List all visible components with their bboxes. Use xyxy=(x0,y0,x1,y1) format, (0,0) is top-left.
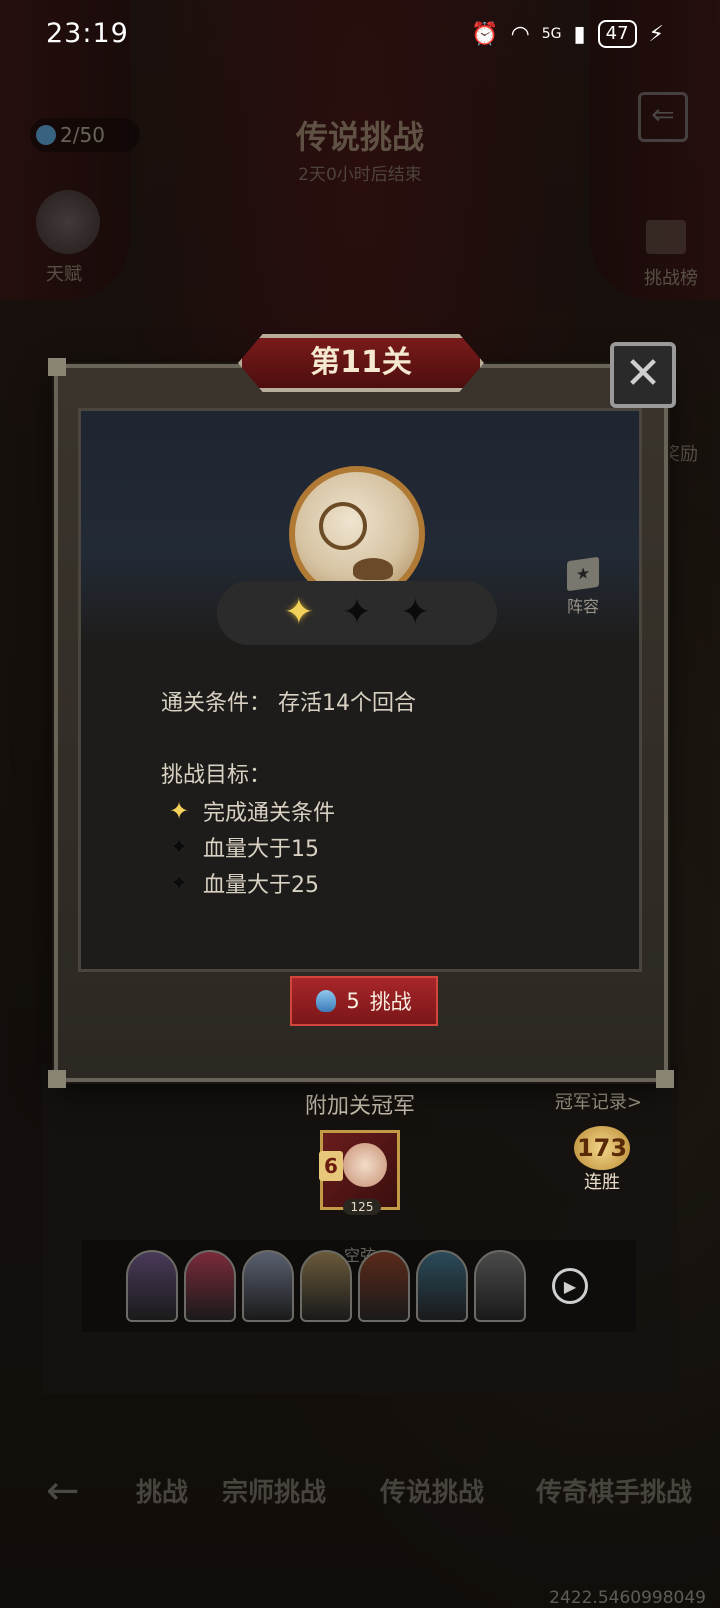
level-details: ✦ ✦ ✦ ★ 阵容 通关条件： 存活14个回合 挑战目标： ✦ 完成通关条件 ✦ 血量大… xyxy=(78,408,642,972)
close-button[interactable]: ✕ xyxy=(610,342,676,408)
champion-record-link[interactable]: 冠军记录> xyxy=(555,1088,642,1114)
star-rating: ✦ ✦ ✦ xyxy=(217,581,497,645)
lineup-unit-avatar[interactable] xyxy=(184,1250,236,1322)
star-lit-icon: ✦ xyxy=(169,797,190,825)
wifi-icon: ◠ xyxy=(510,21,530,47)
signal-icon: ▮ xyxy=(573,21,586,47)
goal-item: ✦ 完成通关条件 xyxy=(169,793,335,829)
lineup-label: 阵容 xyxy=(566,597,599,616)
champion-lineup: ▶ xyxy=(82,1240,636,1332)
network-label: 5G xyxy=(541,26,562,42)
goal-text: 完成通关条件 xyxy=(203,801,336,826)
book-icon: ★ xyxy=(566,556,599,592)
champion-avatar[interactable]: 6 125 xyxy=(319,1130,400,1215)
clear-condition: 通关条件： 存活14个回合 xyxy=(161,685,416,717)
star-empty-icon: ✦ xyxy=(169,833,190,861)
frame-corner xyxy=(48,1070,66,1088)
lineup-unit-avatar[interactable] xyxy=(126,1250,178,1322)
goal-item: ✦ 血量大于25 xyxy=(169,865,335,901)
champion-face xyxy=(343,1143,387,1187)
champion-panel: 附加关冠军 冠军记录> 6 125 空弦 173 连胜 ▶ xyxy=(42,1064,678,1394)
lineup-unit-avatar[interactable] xyxy=(300,1250,352,1322)
challenge-cost: 5 xyxy=(346,989,360,1013)
star-empty-icon: ✦ xyxy=(169,869,190,897)
condition-value: 存活14个回合 xyxy=(278,691,417,716)
lineup-unit-avatar[interactable] xyxy=(358,1250,410,1322)
level-dialog: 第11关 ✕ ✦ ✦ ✦ ★ 阵容 通关条件： 存活14个回合 挑战目标： ✦ 完成通… xyxy=(48,334,676,1088)
lineup-button[interactable]: ★ 阵容 xyxy=(566,556,599,617)
condition-label: 通关条件： xyxy=(161,691,272,716)
status-icons: ⏰ ◠ 5G ▮ 47 ⚡ xyxy=(471,20,664,48)
lineup-unit-avatar[interactable] xyxy=(242,1250,294,1322)
champion-rating: 125 xyxy=(343,1199,381,1215)
goals-title: 挑战目标： xyxy=(161,763,272,788)
lineup-unit-avatar[interactable] xyxy=(474,1250,526,1322)
star-empty-icon: ✦ xyxy=(400,592,431,633)
replay-icon[interactable]: ▶ xyxy=(552,1268,588,1304)
charging-icon: ⚡ xyxy=(648,21,664,47)
potion-icon xyxy=(316,990,337,1012)
goal-item: ✦ 血量大于15 xyxy=(169,829,335,865)
goal-list: ✦ 完成通关条件 ✦ 血量大于15 ✦ 血量大于25 xyxy=(169,793,335,901)
goal-text: 血量大于25 xyxy=(203,873,319,898)
level-title: 第11关 xyxy=(238,334,484,392)
status-bar: 23:19 ⏰ ◠ 5G ▮ 47 ⚡ xyxy=(0,0,720,70)
mustache-icon xyxy=(353,558,393,580)
star-lit-icon: ✦ xyxy=(283,592,314,633)
frame-corner xyxy=(656,1070,674,1088)
challenge-button[interactable]: 5 挑战 xyxy=(290,976,438,1026)
win-streak-value: 173 xyxy=(574,1126,630,1170)
status-time: 23:19 xyxy=(46,18,129,49)
frame-corner xyxy=(48,358,66,376)
battery-level: 47 xyxy=(597,20,637,48)
monocle-icon xyxy=(319,502,367,550)
alarm-icon: ⏰ xyxy=(471,21,499,47)
champion-level: 6 xyxy=(319,1151,343,1181)
boss-showcase: ✦ ✦ ✦ ★ 阵容 xyxy=(81,411,639,647)
challenge-label: 挑战 xyxy=(369,990,412,1014)
star-empty-icon: ✦ xyxy=(341,592,373,633)
lineup-unit-avatar[interactable] xyxy=(416,1250,468,1322)
win-streak-badge: 173 连胜 xyxy=(572,1126,632,1193)
goal-text: 血量大于15 xyxy=(203,837,319,862)
win-streak-label: 连胜 xyxy=(584,1172,620,1193)
